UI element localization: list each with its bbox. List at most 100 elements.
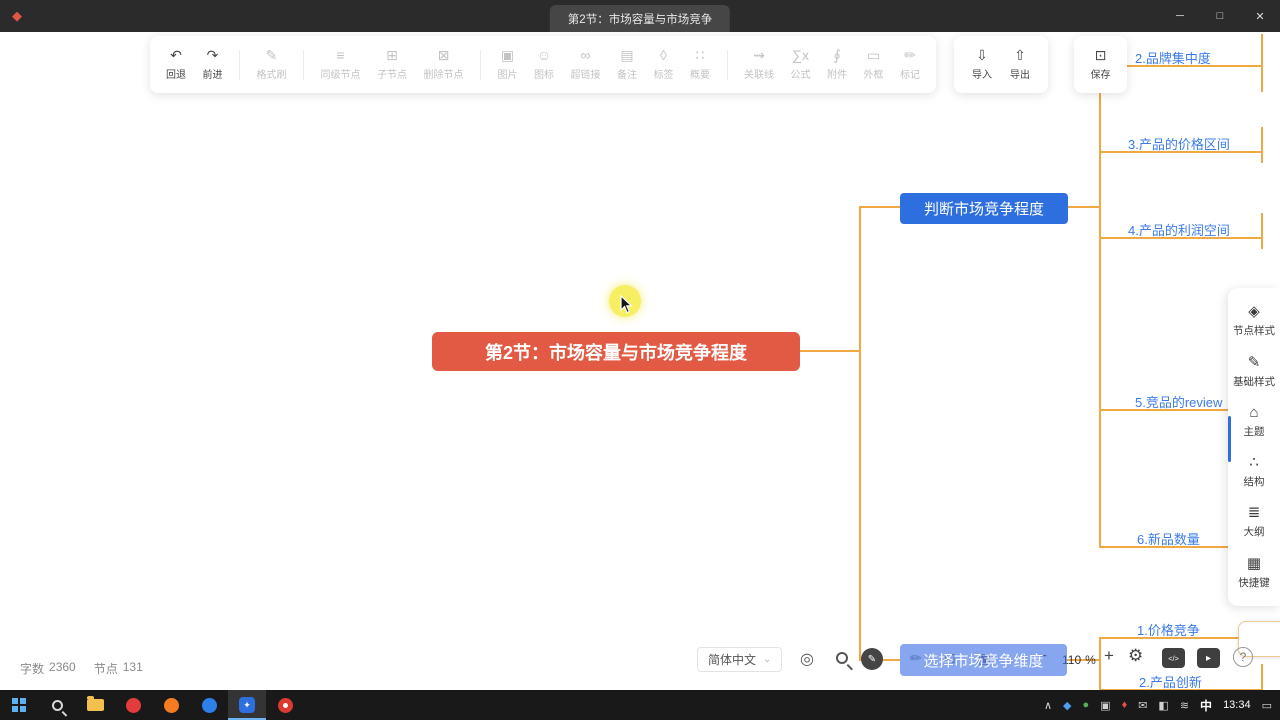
redo-button[interactable]: ↷ 前进 [202, 48, 223, 82]
map-node-brand-concentration[interactable]: 2.品牌集中度 [1135, 48, 1211, 67]
minimize-button[interactable]: ─ [1160, 0, 1200, 32]
hyperlink-button[interactable]: ∞ 超链接 [571, 48, 601, 82]
map-node-price-competition[interactable]: 1.价格竞争 [1137, 620, 1200, 639]
pencil-icon: ✏ [904, 47, 916, 63]
document-stats: 字数 2360 节点 131 [20, 660, 143, 677]
child-node-icon: ⊞ [386, 47, 398, 63]
keyboard-icon: ▦ [1246, 554, 1262, 572]
branch-node-judge-competition[interactable]: 判断市场竞争程度 [900, 193, 1068, 224]
outer-frame-button[interactable]: ▭ 外框 [863, 47, 884, 82]
connector-line [1261, 34, 1263, 92]
child-node-button[interactable]: ⊞ 子节点 [377, 47, 407, 82]
sidebar-item-base-style[interactable]: ✎ 基础样式 [1233, 354, 1275, 389]
locate-center-icon[interactable]: ◎ [800, 649, 814, 669]
tool-label: 备注 [617, 70, 637, 81]
taskbar-search-button[interactable] [38, 690, 76, 720]
tray-icon-3[interactable]: ▣ [1100, 699, 1110, 712]
search-icon[interactable] [836, 652, 848, 664]
formula-button[interactable]: ∑x 公式 [791, 48, 811, 82]
toolbar-divider [303, 49, 304, 80]
document-title: 第2节：市场容量与市场竞争 [567, 13, 713, 26]
sidebar-item-structure[interactable]: ∴ 结构 [1244, 455, 1265, 489]
map-node-competitor-review[interactable]: 5.竞品的review [1135, 392, 1222, 411]
language-select[interactable]: 简体中文 ⌄ [697, 647, 783, 672]
close-button[interactable]: ✕ [1240, 0, 1280, 32]
connector-line [859, 206, 861, 661]
theme-icon: ⌂ [1249, 403, 1259, 421]
taskbar-app-explorer[interactable] [76, 690, 114, 720]
tool-label: 删除节点 [423, 70, 464, 81]
start-button[interactable] [0, 690, 38, 720]
taskbar-app-edge[interactable] [190, 690, 228, 720]
document-tab[interactable]: 第2节：市场容量与市场竞争 [549, 5, 731, 32]
maximize-button[interactable]: □ [1200, 0, 1240, 32]
delete-node-button[interactable]: ⊠ 删除节点 [423, 47, 464, 82]
sidebar-item-theme[interactable]: ⌂ 主题 [1244, 403, 1265, 439]
sidebar-item-outline[interactable]: ≣ 大纲 [1244, 505, 1265, 539]
map-node-new-product-count[interactable]: 6.新品数量 [1137, 529, 1200, 548]
insert-icon-button[interactable]: ☺ 图标 [534, 48, 554, 82]
tray-icon-1[interactable]: ◆ [1063, 699, 1071, 712]
tray-icon-7[interactable]: ≋ [1180, 699, 1189, 712]
undo-button[interactable]: ↶ 回退 [166, 47, 186, 82]
delete-node-icon: ⊠ [437, 47, 450, 63]
help-icon[interactable]: ? [1233, 647, 1253, 667]
import-button[interactable]: ⇩ 导入 [972, 48, 992, 82]
relation-line-button[interactable]: ⇝ 关联线 [744, 48, 774, 82]
word-count-value: 2360 [49, 660, 76, 674]
save-icon: ⊡ [1094, 47, 1107, 63]
tool-label: 回退 [166, 70, 186, 81]
map-node-profit-margin[interactable]: 4.产品的利润空间 [1128, 220, 1230, 239]
settings-icon[interactable]: ⚙ [1128, 646, 1143, 666]
zoom-in-button[interactable]: + [1104, 646, 1114, 666]
import-export-toolbar: ⇩ 导入 ⇧ 导出 [954, 36, 1048, 93]
taskbar-app-red[interactable] [114, 690, 152, 720]
attachment-button[interactable]: ∮ 附件 [827, 48, 847, 82]
mark-button[interactable]: ✏ 标记 [900, 47, 920, 82]
action-center-button[interactable]: ▭ [1262, 699, 1272, 712]
tray-icon-6[interactable]: ◧ [1158, 699, 1168, 712]
pen-tool-icon[interactable]: ✎ [861, 648, 883, 670]
connector-line [1099, 65, 1101, 548]
embed-code-icon[interactable]: </> [1162, 648, 1185, 668]
taskbar-app-firefox[interactable] [152, 690, 190, 720]
tool-label: 导入 [972, 70, 992, 81]
presentation-icon[interactable]: ▸ [1197, 648, 1220, 668]
tray-icon-2[interactable]: ● [1083, 699, 1090, 711]
taskbar-app-recorder[interactable] [266, 690, 304, 720]
central-topic-node[interactable]: 第2节：市场容量与市场竞争程度 [432, 332, 800, 371]
tool-label: 同级节点 [320, 70, 361, 81]
sibling-node-button[interactable]: ≡ 同级节点 [320, 48, 361, 82]
tool-label: 附件 [827, 70, 847, 81]
tray-icon-4[interactable]: ♦ [1122, 699, 1128, 711]
save-button[interactable]: ⊡ 保存 [1091, 47, 1111, 82]
browser-icon [163, 697, 179, 713]
sidebar-item-shortcuts[interactable]: ▦ 快捷键 [1238, 554, 1270, 590]
summary-button[interactable]: ∷ 概要 [690, 48, 710, 82]
toolbar-divider [480, 49, 481, 80]
branch-node-select-dimension[interactable]: 选择市场竞争维度 [900, 644, 1067, 676]
tray-icon-5[interactable]: ✉ [1138, 699, 1147, 712]
outline-icon: ≣ [1247, 504, 1261, 522]
zoom-level: 110 % [1062, 653, 1096, 667]
sidebar-item-node-style[interactable]: ◈ 节点样式 [1233, 304, 1275, 338]
taskbar-app-mindmap-active[interactable]: ✦ [228, 690, 266, 720]
taskbar-clock[interactable]: 13:34 [1223, 699, 1251, 711]
tool-label: 前进 [202, 70, 223, 81]
format-painter-button[interactable]: ✎ 格式刷 [257, 48, 287, 82]
main-toolbar: ↶ 回退 ↷ 前进 ✎ 格式刷 ≡ 同级节点 ⊞ 子节点 ⊠ 删除节点 ▣ 图片 [150, 36, 936, 93]
ime-indicator[interactable]: 中 [1200, 697, 1212, 714]
note-button[interactable]: ▤ 备注 [617, 48, 637, 82]
map-node-price-range[interactable]: 3.产品的价格区间 [1128, 134, 1230, 153]
tray-expand-icon[interactable]: ∧ [1044, 699, 1052, 712]
tool-label: 标签 [653, 70, 674, 81]
export-button[interactable]: ⇧ 导出 [1010, 48, 1030, 82]
undo-icon: ↶ [170, 47, 182, 63]
map-node-product-innovation[interactable]: 2.产品创新 [1139, 672, 1202, 691]
tool-label: 外框 [863, 70, 884, 81]
save-toolbar: ⊡ 保存 [1074, 36, 1127, 93]
tag-button[interactable]: ◊ 标签 [653, 48, 674, 82]
frame-icon: ▭ [866, 47, 881, 63]
windows-logo-icon [12, 698, 26, 712]
insert-image-button[interactable]: ▣ 图片 [498, 48, 518, 82]
